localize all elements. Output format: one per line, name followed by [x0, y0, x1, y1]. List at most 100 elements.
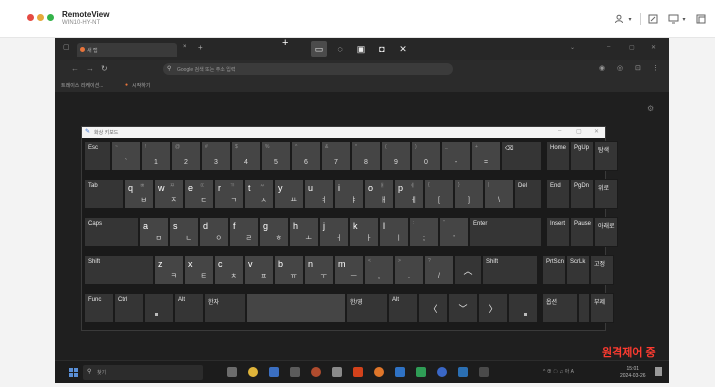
key-q[interactable]: qㅃㅂ — [124, 179, 154, 209]
key-[[interactable]: {[ — [424, 179, 454, 209]
app-o-icon[interactable] — [353, 367, 363, 377]
key-esc[interactable]: Esc — [84, 141, 111, 171]
reload-icon[interactable]: ↻ — [101, 64, 108, 73]
app-v-icon[interactable] — [311, 367, 321, 377]
store-icon[interactable] — [395, 367, 405, 377]
task-view-icon[interactable] — [227, 367, 237, 377]
select-tool-icon[interactable]: ▭ — [311, 41, 327, 57]
key-\[interactable]: | \ — [484, 179, 514, 209]
keyboard-close-button[interactable]: ✕ — [594, 128, 599, 135]
key-j[interactable]: jㅓ — [319, 217, 349, 247]
key-1[interactable]: ! 1 — [141, 141, 171, 171]
key-2[interactable]: @2 — [171, 141, 201, 171]
tab-search-icon[interactable]: ⌄ — [570, 44, 575, 51]
obs-icon[interactable] — [332, 367, 342, 377]
close-window-button[interactable] — [27, 14, 34, 21]
windows-key[interactable] — [144, 293, 174, 323]
mail-icon[interactable] — [290, 367, 300, 377]
arrow-key[interactable]: ﹀ — [448, 293, 478, 323]
key-l[interactable]: lㅣ — [379, 217, 409, 247]
key-y[interactable]: yㅛ — [274, 179, 304, 209]
chrome-icon[interactable] — [248, 367, 258, 377]
key-=[interactable]: + = — [471, 141, 501, 171]
close-tool-icon[interactable]: ✕ — [395, 41, 411, 57]
key-h[interactable]: hㅗ — [289, 217, 319, 247]
key-탐색[interactable]: 탐색 — [594, 141, 618, 171]
key-v[interactable]: vㅍ — [244, 255, 274, 285]
new-tab-button[interactable]: + — [198, 43, 203, 52]
key-r[interactable]: r ㄲㄱ — [214, 179, 244, 209]
zoom-window-button[interactable] — [47, 14, 54, 21]
browser-minimize-button[interactable]: – — [607, 44, 610, 50]
key-shift[interactable]: Shift — [84, 255, 154, 285]
key-한자[interactable]: 한자 — [204, 293, 246, 323]
taskbar-clock[interactable]: 15:01 2024-03-26 — [620, 366, 646, 380]
tab-close-icon[interactable]: × — [183, 44, 187, 50]
key-`[interactable]: ~ ` — [111, 141, 141, 171]
notification-icon[interactable] — [655, 367, 662, 376]
menu-key[interactable] — [508, 293, 538, 323]
key--[interactable]: _ - — [441, 141, 471, 171]
app-blue-icon[interactable] — [437, 367, 447, 377]
key-a[interactable]: aㅁ — [139, 217, 169, 247]
key-d[interactable]: dㅇ — [199, 217, 229, 247]
key-[interactable] — [578, 293, 590, 323]
key-del[interactable]: Del — [514, 179, 542, 209]
key-한/영[interactable]: 한/영 — [346, 293, 388, 323]
tab-actions-icon[interactable]: ▢ — [63, 43, 70, 51]
key-insert[interactable]: Insert — [546, 217, 570, 247]
key-w[interactable]: wㅉㅈ — [154, 179, 184, 209]
arrow-key[interactable]: 〉 — [478, 293, 508, 323]
more-menu-icon[interactable]: ⋮ — [652, 64, 659, 72]
key-0[interactable]: ) 0 — [411, 141, 441, 171]
key-옵션[interactable]: 옵션 — [542, 293, 578, 323]
key-home[interactable]: Home — [546, 141, 570, 171]
key-ctrl[interactable]: Ctrl — [114, 293, 144, 323]
key-;[interactable]: :; — [409, 217, 439, 247]
key-z[interactable]: zㅋ — [154, 255, 184, 285]
key-e[interactable]: eㄸㄷ — [184, 179, 214, 209]
key-n[interactable]: nㅜ — [304, 255, 334, 285]
browser-tab[interactable]: 새 탭 — [77, 43, 177, 57]
tile-icon[interactable] — [694, 11, 708, 27]
key-고정[interactable]: 고정 — [590, 255, 614, 285]
key-,[interactable]: <, — [364, 255, 394, 285]
bookmark-item[interactable]: 트레이스 리케이션... — [61, 82, 103, 89]
key-8[interactable]: * 8 — [351, 141, 381, 171]
monitor-icon[interactable] — [666, 11, 680, 27]
app-globe-icon[interactable] — [458, 367, 468, 377]
remoteview-icon[interactable] — [374, 367, 384, 377]
key-o[interactable]: oㅒㅐ — [364, 179, 394, 209]
key-tab[interactable]: Tab — [84, 179, 124, 209]
key-alt[interactable]: Alt — [174, 293, 204, 323]
chevron-down-icon[interactable]: ▾ — [626, 11, 634, 27]
key-4[interactable]: $4 — [231, 141, 261, 171]
key-shift[interactable]: Shift — [482, 255, 538, 285]
key-caps[interactable]: Caps — [84, 217, 139, 247]
key-end[interactable]: End — [546, 179, 570, 209]
browser-close-button[interactable]: ✕ — [651, 44, 656, 51]
key-scrlk[interactable]: ScrLk — [566, 255, 590, 285]
key-f[interactable]: fㄹ — [229, 217, 259, 247]
key-i[interactable]: iㅑ — [334, 179, 364, 209]
key-b[interactable]: bㅠ — [274, 255, 304, 285]
extension-icon[interactable]: ◉ — [599, 64, 605, 72]
key-pgup[interactable]: PgUp — [570, 141, 594, 171]
key-s[interactable]: sㄴ — [169, 217, 199, 247]
browser-maximize-button[interactable]: ▢ — [629, 44, 635, 51]
key-⌫[interactable]: ⌫ — [501, 141, 542, 171]
key-.[interactable]: >. — [394, 255, 424, 285]
minimize-window-button[interactable] — [37, 14, 44, 21]
customize-gear-icon[interactable]: ⚙ — [647, 104, 654, 113]
key-enter[interactable]: Enter — [469, 217, 542, 247]
system-tray[interactable]: ^ ⊕ ☁ ♫ 아 A — [543, 368, 574, 375]
lasso-tool-icon[interactable]: ◌ — [332, 41, 348, 57]
forward-arrow-icon[interactable]: → — [86, 64, 94, 73]
arrow-key[interactable]: ︿ — [454, 255, 482, 285]
key-func[interactable]: Func — [84, 293, 114, 323]
space-key[interactable] — [246, 293, 346, 323]
key-prtscn[interactable]: PrtScn — [542, 255, 566, 285]
key-g[interactable]: gㅎ — [259, 217, 289, 247]
key-pause[interactable]: Pause — [570, 217, 594, 247]
address-input[interactable]: ⚲ Google 검색 또는 주소 입력 — [163, 63, 453, 75]
